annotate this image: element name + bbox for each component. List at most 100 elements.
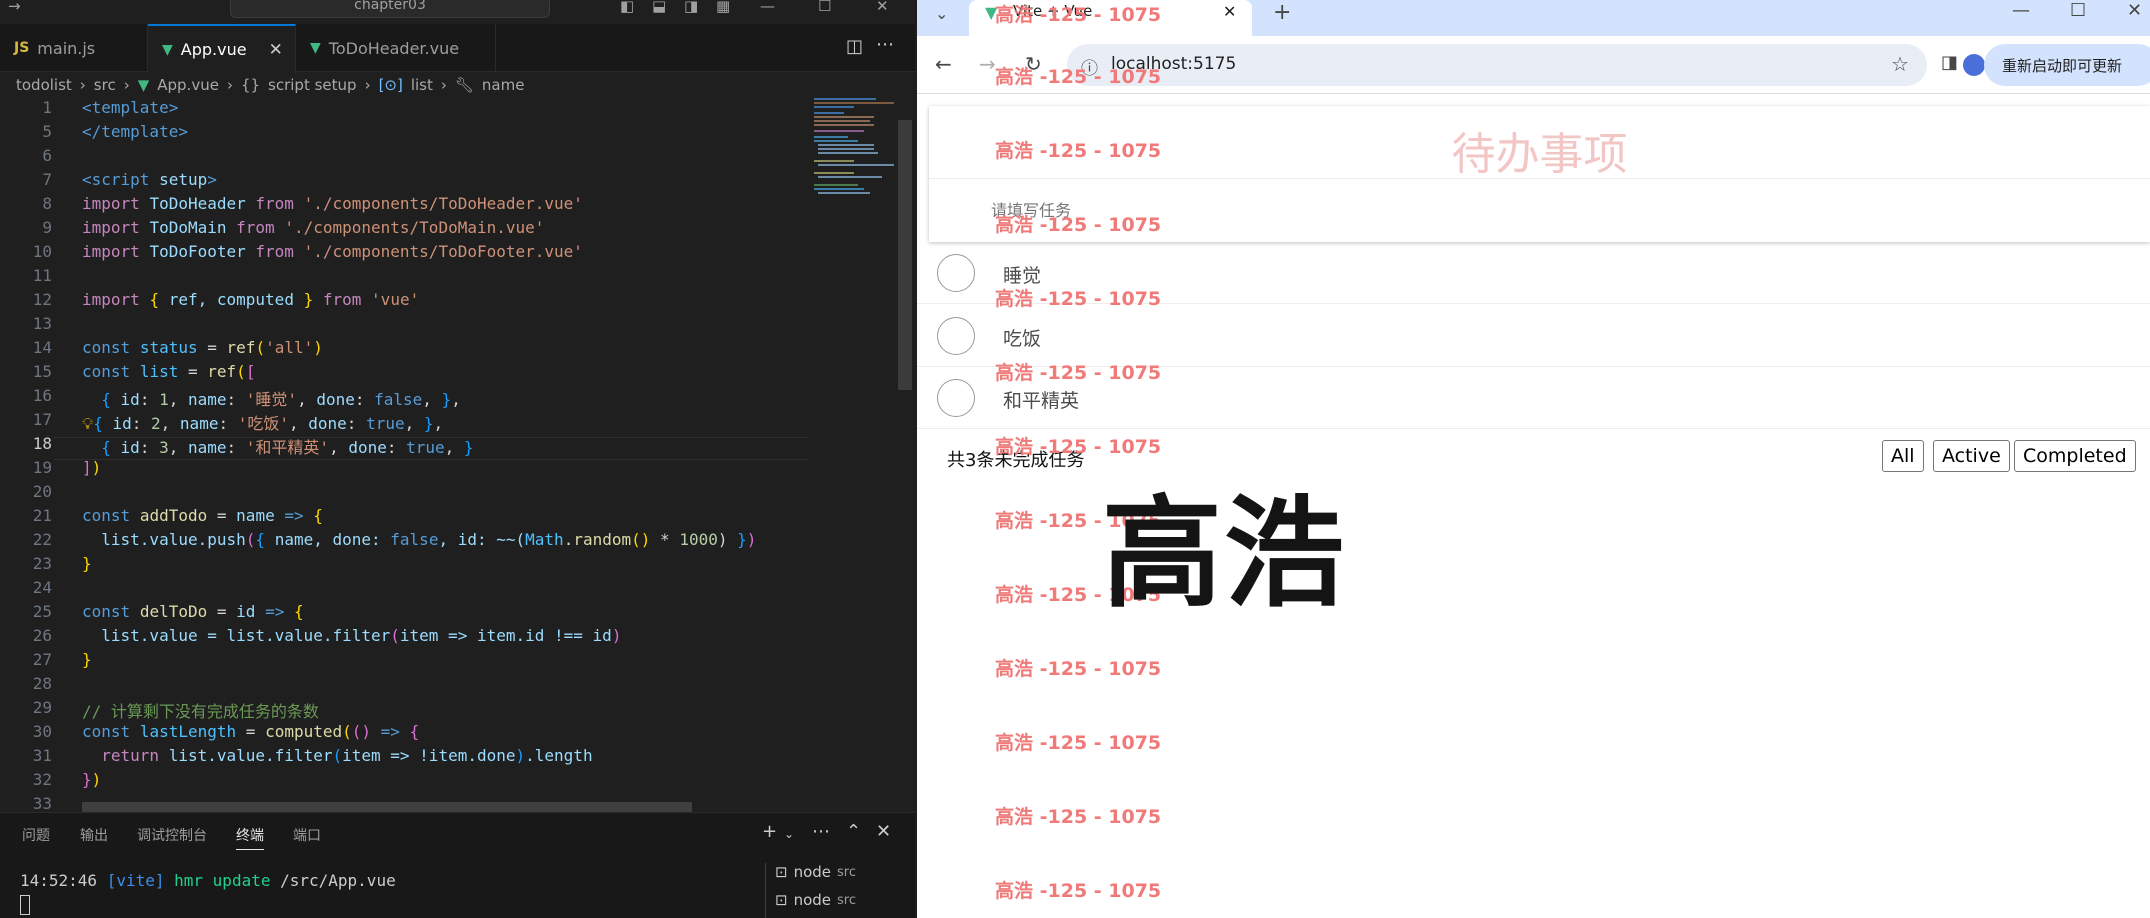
code-comment: // 计算剩下没有完成任务的条数 [82,702,319,721]
filter-all-button[interactable]: All [1882,440,1924,472]
vertical-scrollbar[interactable] [898,120,912,390]
new-tab-icon[interactable]: + [1273,0,1291,25]
breadcrumb-item[interactable]: App.vue [157,76,219,94]
filter-active-button[interactable]: Active [1933,440,2010,472]
terminal-output-line: 14:52:46 [vite] hmr update /src/App.vue [20,871,396,890]
maximize-icon[interactable]: ☐ [818,0,831,15]
code-line: { id: 3, name: '和平精英', done: true, } [101,438,474,457]
new-terminal-icon[interactable]: + [762,821,777,842]
code-token: lastLength [139,722,237,741]
close-tab-icon[interactable]: ✕ [1223,2,1236,21]
code-line: 💡︎{ id: 2, name: '吃饭', done: true, }, [82,414,444,433]
side-panel-icon[interactable]: ◨ [1941,52,1958,73]
code-line: const lastLength = computed(() => { [82,722,420,741]
code-token: </template> [82,122,188,141]
watermark: 高浩 -125 - 1075 [995,732,1162,754]
code-token: const [82,338,131,357]
todo-checkbox[interactable] [937,317,975,355]
breadcrumb-item[interactable]: name [482,76,525,94]
more-actions-icon[interactable]: ⋯ [812,821,830,842]
overlay-name-text: 高浩 [1102,485,1346,624]
code-token: true [366,414,405,433]
toggle-panel-icon[interactable]: ⬓ [652,0,666,15]
code-line: import ToDoMain from './components/ToDoM… [82,218,544,237]
line-number: 32 [32,770,52,789]
chevron-down-icon[interactable]: ⌄ [784,827,794,841]
code-token: ToDoFooter [149,242,246,261]
command-center-search[interactable]: chapter03 [230,0,550,18]
code-line: list.value = list.value.filter(item => i… [101,626,622,645]
breadcrumb-item[interactable]: script setup [268,76,357,94]
code-editor[interactable]: 1 5 6 7 8 9 10 11 12 13 14 15 16 17 18 1… [0,98,912,814]
javascript-file-icon: JS [14,40,30,56]
breadcrumb-item[interactable]: list [411,76,433,94]
minimap[interactable] [810,98,900,812]
toggle-secondary-sidebar-icon[interactable]: ◨ [684,0,698,15]
terminal-instance[interactable]: ⊡ node src [775,863,915,881]
line-number: 13 [32,314,52,333]
close-tab-icon[interactable]: ✕ [269,40,283,60]
code-token: import [82,290,140,309]
code-token: 'all' [265,338,314,357]
watermark: 高浩 -125 - 1075 [995,436,1162,458]
code-token: list.value.push [101,530,246,549]
code-line: </template> [82,122,188,141]
code-line: const delToDo = id => { [82,602,304,621]
todo-checkbox[interactable] [937,254,975,292]
breadcrumb-item[interactable]: todolist [16,76,72,94]
code-line: { id: 1, name: '睡觉', done: false, }, [101,390,461,409]
tab-todoheader-vue[interactable]: ▼ ToDoHeader.vue [296,24,496,72]
update-button[interactable]: 重新启动即可更新 [1984,44,2150,86]
lightbulb-icon[interactable]: 💡︎ [82,414,93,433]
code-line: return list.value.filter(item => !item.d… [101,746,593,765]
line-number: 26 [32,626,52,645]
line-number: 19 [32,458,52,477]
address-bar[interactable]: ⓘ localhost:5175 ☆ [1067,44,1927,86]
close-window-icon[interactable]: ✕ [2127,0,2142,21]
forward-icon[interactable]: → [979,52,996,76]
tab-app-vue[interactable]: ▼ App.vue ✕ [148,24,296,73]
back-arrow-icon[interactable]: → [8,0,21,15]
split-editor-icon[interactable]: ◫ [846,36,863,57]
line-number: 11 [32,266,52,285]
watermark: 高浩 -125 - 1075 [995,806,1162,828]
line-number: 9 [42,218,52,237]
line-number: 5 [42,122,52,141]
todo-checkbox[interactable] [937,379,975,417]
tab-problems[interactable]: 问题 [22,825,50,845]
code-token: './components/ToDoFooter.vue' [303,242,583,261]
code-token: item => !item.done [342,746,516,765]
terminal-instance[interactable]: ⊡ node src [775,891,915,909]
tab-terminal[interactable]: 终端 [236,825,264,850]
code-token: name [236,506,275,525]
breadcrumb-item[interactable]: src [94,76,116,94]
maximize-icon[interactable]: ☐ [2070,0,2086,21]
bookmark-star-icon[interactable]: ☆ [1891,52,1909,76]
profile-avatar-icon[interactable] [1963,54,1985,76]
terminal-instance-sub: src [837,892,856,908]
code-token: false [374,390,423,409]
minimize-icon[interactable]: — [2012,0,2030,21]
line-number: 7 [42,170,52,189]
code-token: const [82,506,131,525]
code-token: id [236,602,256,621]
tab-ports[interactable]: 端口 [293,825,321,845]
code-token: .length [525,746,593,765]
tab-main-js[interactable]: JS main.js [0,24,148,72]
customize-layout-icon[interactable]: ▦ [716,0,730,15]
close-panel-icon[interactable]: ✕ [876,821,891,842]
tab-output[interactable]: 输出 [80,825,108,845]
back-icon[interactable]: ← [935,52,952,76]
minimize-icon[interactable]: — [760,0,775,15]
tab-debug-console[interactable]: 调试控制台 [137,825,207,845]
maximize-panel-icon[interactable]: ⌃ [846,821,861,842]
close-window-icon[interactable]: ✕ [876,0,889,15]
tab-search-icon[interactable]: ⌄ [935,4,948,23]
code-token: 1000 [679,530,718,549]
code-token: 'vue' [371,290,420,309]
tab-label: ToDoHeader.vue [328,38,460,58]
filter-completed-button[interactable]: Completed [2014,440,2136,472]
toggle-sidebar-icon[interactable]: ◧ [620,0,634,15]
more-actions-icon[interactable]: ⋯ [876,34,894,55]
code-token: item => item.id !== id [399,626,612,645]
